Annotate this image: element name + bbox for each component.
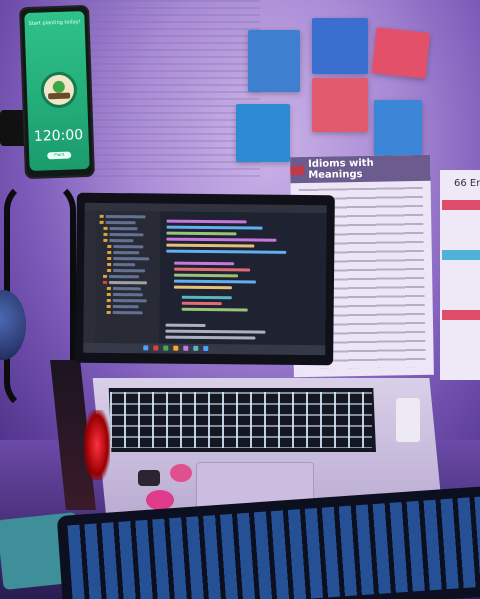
folder-icon [103,238,108,242]
folder-icon [106,304,111,309]
sticky-note-red [312,78,368,132]
code-line [166,219,247,224]
taskbar-app-icon [193,345,199,351]
explorer-line [113,245,144,249]
poster-title-bar: Idioms with Meanings [290,154,431,184]
terminal-line [165,323,206,328]
code-line [174,267,251,272]
folder-icon [106,292,111,297]
code-line [166,237,277,242]
terminal-line [165,329,266,334]
sticky-note-blue [236,104,290,162]
code-line [166,225,263,230]
laptop-screen-bezel [75,192,335,366]
laptop-screen [83,202,327,356]
code-line [166,249,287,254]
code-line [173,279,256,284]
terminal-line [165,335,256,340]
folder-icon [107,256,112,261]
code-line [173,285,232,290]
folder-icon [103,226,108,230]
poster-title: Idioms with Meanings [307,157,374,181]
folder-icon [102,280,107,284]
taskbar-app-icon [203,345,209,352]
phone-top-text: Start planting today! [28,19,81,27]
explorer-line [109,238,134,243]
uk-flag-icon [290,165,305,175]
tree-timer-circle [40,71,78,109]
laptop-sticker [146,490,174,510]
explorer-line [113,269,146,273]
code-line [166,243,255,248]
laptop-sticker [138,470,160,486]
sticky-note-blue [312,18,368,74]
taskbar-app-icon [143,345,149,351]
folder-icon [103,274,108,278]
poster2-tag [442,200,480,210]
code-line [166,231,237,236]
keyboard-backlit-keys [67,494,480,599]
folder-icon [103,232,108,236]
phone-timer: 120:00 [33,127,84,145]
explorer-line [105,220,136,225]
sticky-note-red [371,27,431,79]
explorer-line [105,214,146,219]
folder-icon [107,250,112,255]
plant-button[interactable]: Plant [47,151,72,160]
code-line [174,273,239,278]
taskbar-app-icon [163,345,169,351]
explorer-line [113,263,136,267]
smartphone: Start planting today! 120:00 Plant [19,4,95,180]
usb-hub [396,398,420,442]
explorer-line [112,311,143,315]
laptop-sticker [170,464,192,482]
explorer-line [112,299,147,303]
code-line [181,301,222,306]
code-line [181,295,232,300]
folder-icon [106,298,111,303]
explorer-line [112,305,139,309]
phone-screen: Start planting today! 120:00 Plant [24,11,90,171]
sticky-note-blue [248,30,300,92]
code-line [181,307,248,312]
backlit-keys [110,392,372,448]
poster2-tag [442,250,480,260]
poster2-tag [442,310,480,320]
explorer-line-selected [108,280,147,285]
poster2-title: 66 En [454,178,480,189]
code-line [174,261,235,266]
folder-icon [99,214,104,218]
folder-icon [106,310,111,315]
sticky-note-blue [374,100,422,156]
folder-icon [106,286,111,291]
explorer-line [109,226,138,231]
photo-scene: Idioms with Meanings 66 En Start plantin… [0,0,480,599]
taskbar-app-icon [183,345,189,351]
ide-file-explorer [95,210,161,344]
folder-icon [107,244,112,249]
taskbar-app-icon [173,345,179,351]
english-poster: 66 En [440,170,480,380]
soil-icon [48,92,71,100]
explorer-line [109,274,140,279]
explorer-line [113,251,140,255]
explorer-line [109,232,144,237]
explorer-line [112,293,143,297]
taskbar-app-icon [153,345,159,351]
folder-icon [99,220,104,224]
stand-red-glow [84,410,110,480]
explorer-line [112,287,141,291]
explorer-line [113,257,150,261]
ide-code-editor [159,211,327,346]
folder-icon [107,262,112,267]
tree-icon [52,80,66,94]
folder-icon [107,268,112,273]
laptop-keyboard [108,388,376,452]
